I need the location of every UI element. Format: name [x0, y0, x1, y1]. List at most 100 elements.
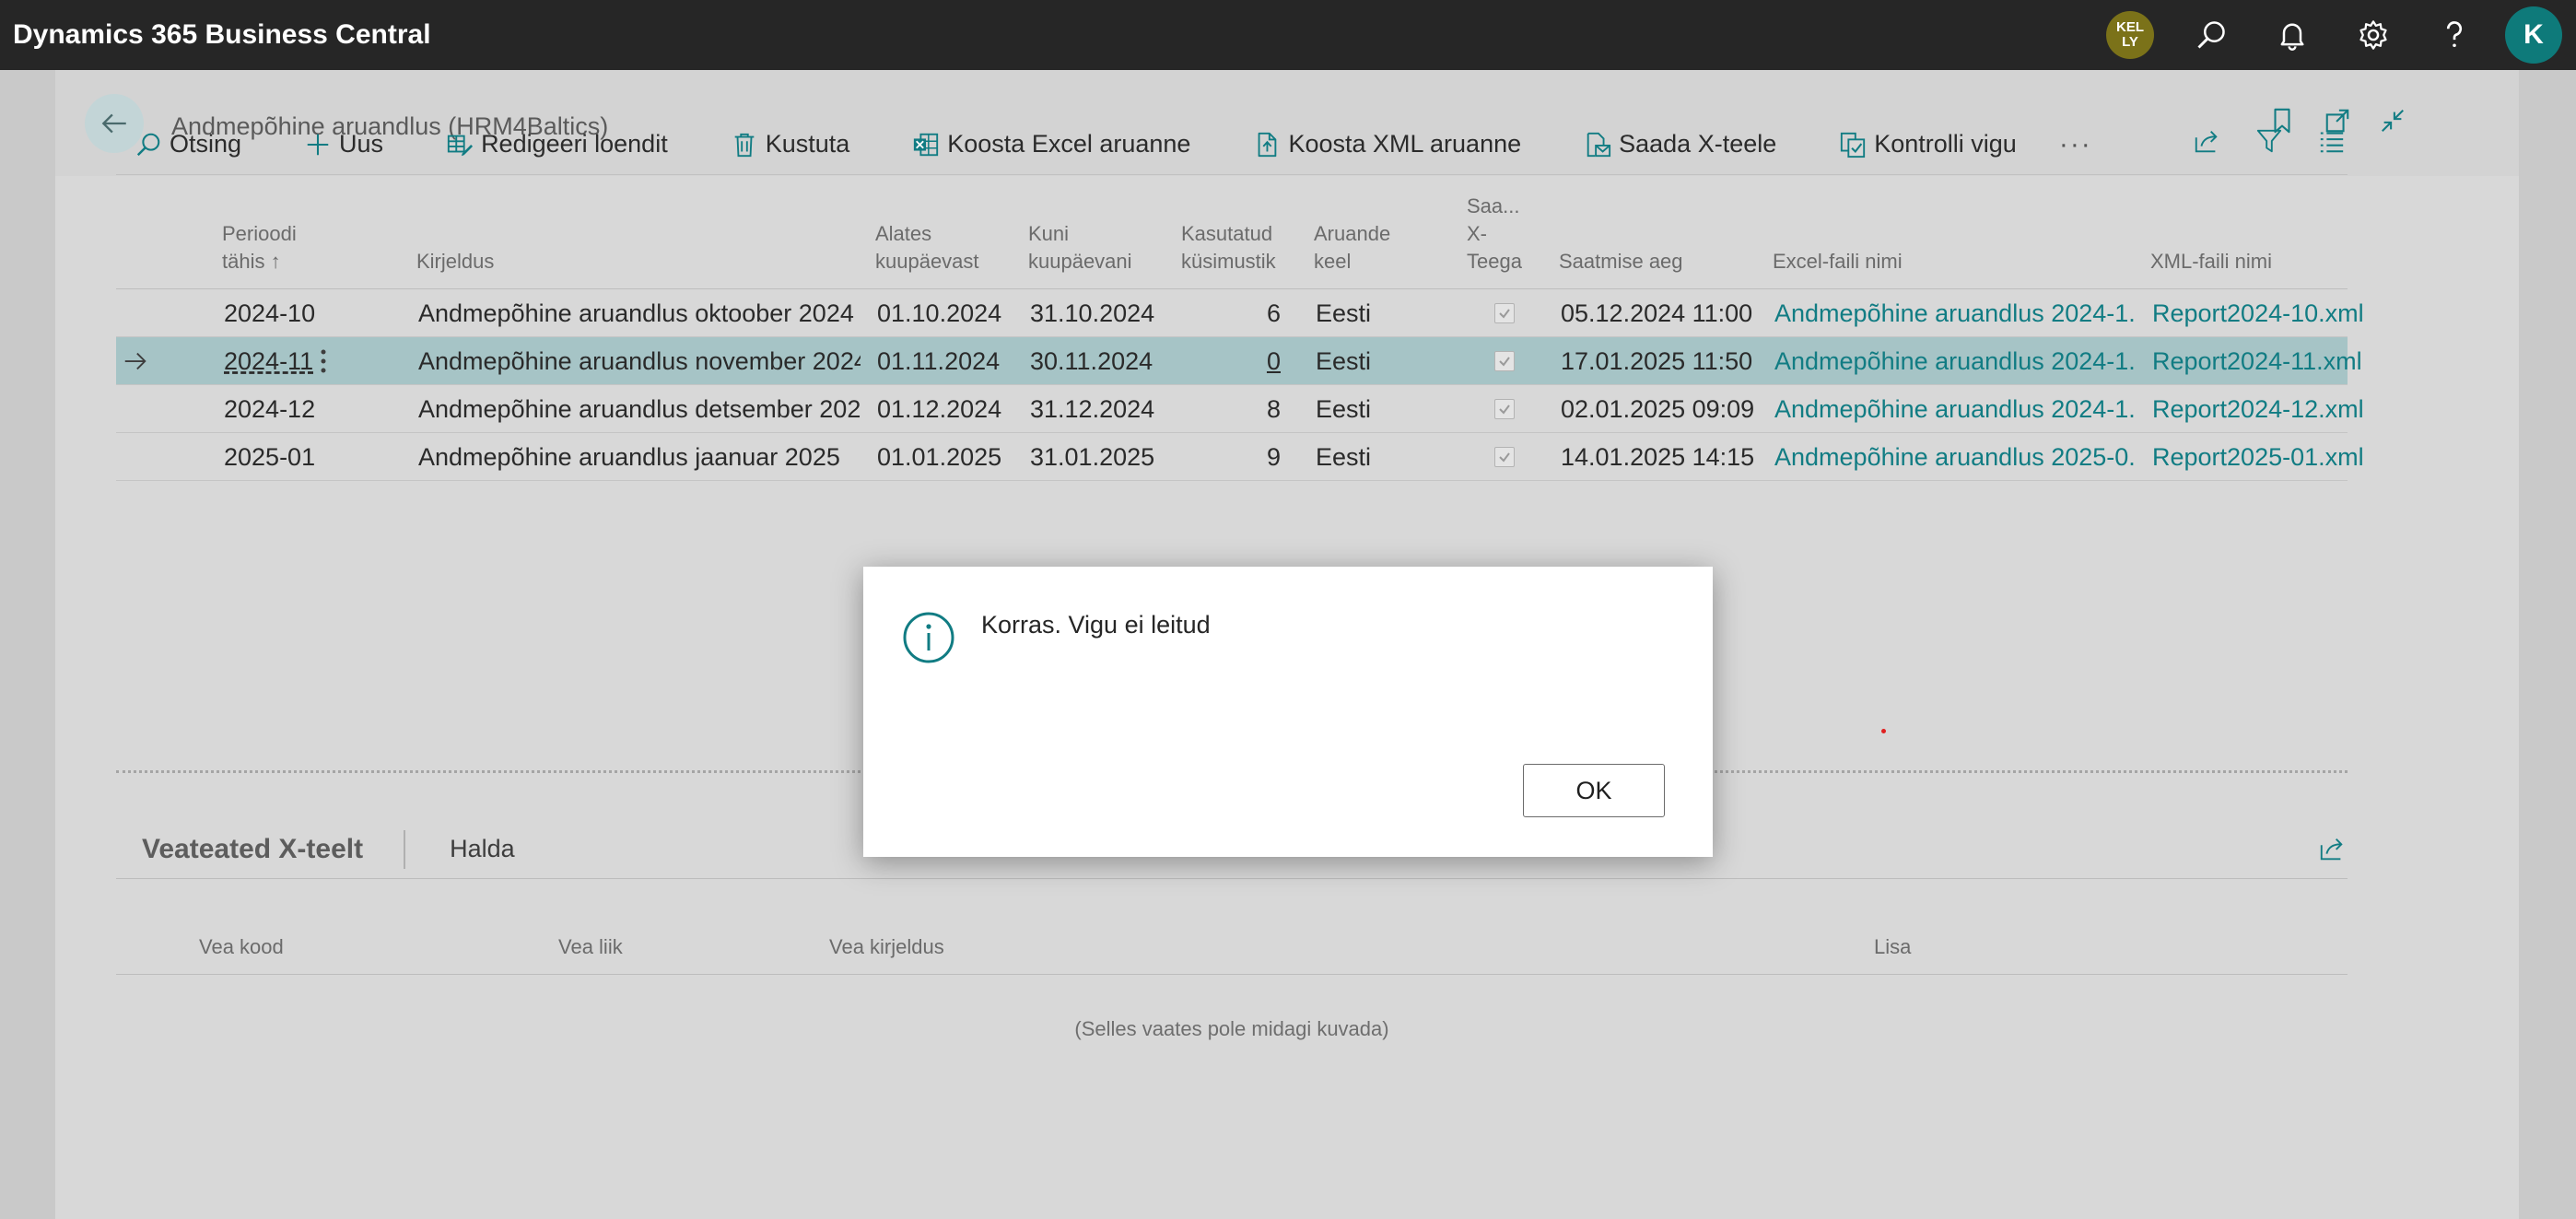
column-header-from[interactable]: Alates kuupäevast	[875, 220, 979, 275]
action-label: Otsing	[170, 130, 242, 158]
company-switcher[interactable]: KEL LY	[2090, 0, 2171, 70]
cell-description: Andmepõhine aruandlus oktoober 2024	[418, 299, 854, 327]
help-button[interactable]	[2414, 0, 2495, 70]
column-header-error-type[interactable]: Vea liik	[558, 933, 623, 961]
cell-sent-time: 14.01.2025 14:15	[1561, 443, 1755, 471]
create-excel-report-action[interactable]: Koosta Excel aruanne	[892, 124, 1190, 165]
cell-xml-file-link[interactable]: Report2024-12.xml	[2152, 385, 2364, 433]
cell-sent-time: 02.01.2025 09:09	[1561, 395, 1755, 423]
cell-period[interactable]: 2024-12	[224, 385, 315, 433]
column-header-used-queries[interactable]: Kasutatud küsimustik	[1181, 220, 1276, 275]
sent-checkbox	[1494, 303, 1515, 323]
share-icon	[2320, 838, 2343, 861]
search-button[interactable]	[2171, 0, 2252, 70]
table-row[interactable]: 2024-12 Andmepõhine aruandlus detsember …	[116, 385, 2364, 433]
cell-excel-file-link[interactable]: Andmepõhine aruandlus 2024-1...	[1774, 385, 2134, 433]
cell-excel-file-link[interactable]: Andmepõhine aruandlus 2025-0...	[1774, 433, 2134, 481]
action-label: Kustuta	[765, 130, 850, 158]
plus-icon	[307, 134, 329, 155]
more-vertical-icon	[321, 349, 326, 373]
cell-description: Andmepõhine aruandlus november 2024	[418, 347, 861, 375]
column-header-sent[interactable]: Saa... X- Teega	[1467, 193, 1522, 275]
column-header-error-code[interactable]: Vea kood	[199, 933, 284, 961]
column-header-period[interactable]: Perioodi tähis ↑	[222, 220, 297, 275]
action-label: Koosta XML aruanne	[1288, 130, 1522, 158]
cell-excel-file-link[interactable]: Andmepõhine aruandlus 2024-1...	[1774, 289, 2134, 337]
edit-list-action[interactable]: Redigeeri loendit	[426, 124, 668, 165]
share-icon	[2195, 131, 2218, 153]
empty-list-message: (Selles vaates pole midagi kuvada)	[1074, 1017, 1389, 1040]
column-header-description[interactable]: Kirjeldus	[416, 248, 494, 275]
list-view-button[interactable]	[2316, 125, 2348, 157]
cell-language: Eesti	[1316, 395, 1372, 423]
action-label: Kontrolli vigu	[1874, 130, 2017, 158]
part-share-button[interactable]	[2316, 833, 2348, 864]
errors-table-header: Vea kood Vea liik Vea kirjeldus Lisa	[116, 921, 2348, 975]
cell-used-queries: 9	[1266, 443, 1281, 471]
new-action[interactable]: Uus	[284, 124, 383, 165]
gear-icon	[2359, 20, 2387, 50]
table-row-selected[interactable]: 2024-11 Andmepõhine aruandlus november 2…	[116, 337, 2362, 385]
checkmark-icon	[1499, 452, 1510, 463]
more-actions-button[interactable]: ···	[2059, 124, 2092, 165]
column-header-excel-file[interactable]: Excel-faili nimi	[1773, 248, 1903, 275]
trash-icon	[734, 133, 755, 157]
column-header-error-description[interactable]: Vea kirjeldus	[829, 933, 944, 961]
manage-action[interactable]: Halda	[405, 835, 515, 863]
table-row[interactable]: 2024-10 Andmepõhine aruandlus oktoober 2…	[116, 289, 2364, 337]
marker-dot	[1881, 729, 1886, 733]
app-bar-actions: KEL LY K	[2090, 0, 2576, 70]
cell-language: Eesti	[1316, 347, 1372, 375]
action-label: Uus	[339, 130, 384, 158]
column-header-language[interactable]: Aruande keel	[1314, 220, 1390, 275]
action-label: Koosta Excel aruanne	[947, 130, 1191, 158]
filter-icon	[2256, 129, 2282, 153]
sent-checkbox	[1494, 399, 1515, 419]
send-icon	[1587, 132, 1611, 157]
row-menu-button[interactable]	[319, 337, 328, 385]
row-pointer-arrow-icon	[122, 337, 149, 385]
cell-excel-file-link[interactable]: Andmepõhine aruandlus 2024-1...	[1774, 337, 2134, 385]
check-errors-action[interactable]: Kontrolli vigu	[1819, 124, 2017, 165]
column-header-extra[interactable]: Lisa	[1874, 933, 1911, 961]
checkmark-icon	[1499, 357, 1510, 367]
cell-language: Eesti	[1316, 299, 1372, 327]
app-title[interactable]: Dynamics 365 Business Central	[13, 19, 431, 51]
cell-description: Andmepõhine aruandlus jaanuar 2025	[418, 443, 840, 471]
checkmark-icon	[1499, 404, 1510, 415]
bell-icon	[2280, 23, 2304, 51]
action-label: Redigeeri loendit	[481, 130, 668, 158]
settings-button[interactable]	[2333, 0, 2414, 70]
send-x-road-action[interactable]: Saada X-teele	[1563, 124, 1776, 165]
cell-from: 01.12.2024	[877, 395, 1002, 423]
errors-part-title[interactable]: Veateated X-teelt	[116, 829, 406, 869]
column-header-to[interactable]: Kuni kuupäevani	[1028, 220, 1132, 275]
share-button[interactable]	[2191, 125, 2222, 157]
cell-period[interactable]: 2024-11	[224, 337, 313, 385]
cell-period[interactable]: 2025-01	[224, 433, 315, 481]
ok-button[interactable]: OK	[1523, 764, 1665, 817]
cell-language: Eesti	[1316, 443, 1372, 471]
cell-used-queries[interactable]: 0	[1176, 337, 1281, 385]
search-action[interactable]: Otsing	[116, 124, 241, 165]
table-row[interactable]: 2025-01 Andmepõhine aruandlus jaanuar 20…	[116, 433, 2364, 481]
create-xml-report-action[interactable]: Koosta XML aruanne	[1233, 124, 1521, 165]
cell-from: 01.10.2024	[877, 299, 1002, 327]
cell-xml-file-link[interactable]: Report2024-10.xml	[2152, 289, 2364, 337]
list-icon	[2320, 132, 2344, 153]
column-header-xml-file[interactable]: XML-faili nimi	[2150, 248, 2272, 275]
action-bar: Otsing Uus Redigeeri loendit Kustuta Koo…	[116, 114, 2348, 175]
column-header-sent-time[interactable]: Saatmise aeg	[1559, 248, 1683, 275]
cell-xml-file-link[interactable]: Report2025-01.xml	[2152, 433, 2364, 481]
notifications-button[interactable]	[2252, 0, 2333, 70]
collapse-button[interactable]	[2377, 105, 2408, 136]
cell-to: 31.12.2024	[1030, 395, 1155, 423]
cell-period[interactable]: 2024-10	[224, 289, 315, 337]
filter-button[interactable]	[2254, 125, 2285, 157]
user-menu-button[interactable]: K	[2495, 0, 2576, 70]
message-dialog: Korras. Vigu ei leitud OK	[863, 567, 1713, 857]
cell-xml-file-link[interactable]: Report2024-11.xml	[2152, 337, 2362, 385]
delete-action[interactable]: Kustuta	[710, 124, 850, 165]
cell-description: Andmepõhine aruandlus detsember 2024	[418, 395, 861, 423]
search-icon	[136, 133, 160, 156]
